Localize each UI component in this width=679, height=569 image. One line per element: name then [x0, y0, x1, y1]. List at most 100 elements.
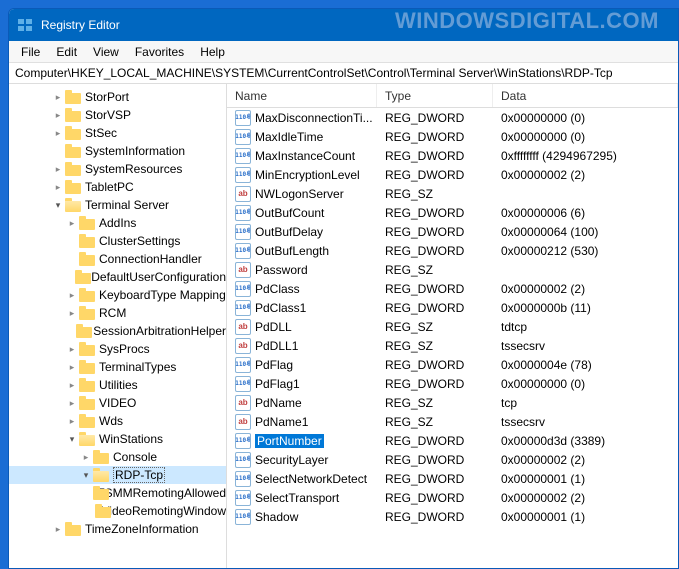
- expand-icon[interactable]: [65, 308, 79, 319]
- address-bar[interactable]: Computer\HKEY_LOCAL_MACHINE\SYSTEM\Curre…: [9, 63, 678, 84]
- tree-item[interactable]: StorVSP: [9, 106, 226, 124]
- expand-icon[interactable]: [51, 110, 65, 121]
- value-row[interactable]: SecurityLayerREG_DWORD0x00000002 (2): [227, 450, 678, 469]
- value-row[interactable]: MaxDisconnectionTi...REG_DWORD0x00000000…: [227, 108, 678, 127]
- tree-item-label: SysProcs: [99, 342, 150, 356]
- expand-icon[interactable]: [65, 434, 79, 445]
- col-header-type[interactable]: Type: [377, 84, 493, 107]
- value-row[interactable]: NWLogonServerREG_SZ: [227, 184, 678, 203]
- value-name: PdClass1: [255, 301, 306, 315]
- menubar: File Edit View Favorites Help: [9, 41, 678, 63]
- expand-icon[interactable]: [65, 416, 79, 427]
- menu-file[interactable]: File: [13, 43, 48, 61]
- tree-item[interactable]: TimeZoneInformation: [9, 520, 226, 538]
- tree-item[interactable]: TSMMRemotingAllowed: [9, 484, 226, 502]
- tree-item[interactable]: AddIns: [9, 214, 226, 232]
- expand-icon[interactable]: [51, 200, 65, 211]
- tree-item[interactable]: TabletPC: [9, 178, 226, 196]
- expand-icon[interactable]: [79, 452, 93, 463]
- string-value-icon: [235, 395, 251, 411]
- folder-icon: [65, 90, 81, 104]
- folder-icon: [79, 216, 95, 230]
- folder-icon: [75, 270, 87, 284]
- tree-item[interactable]: SysProcs: [9, 340, 226, 358]
- value-row[interactable]: PdClassREG_DWORD0x00000002 (2): [227, 279, 678, 298]
- expand-icon[interactable]: [65, 344, 79, 355]
- folder-icon: [65, 198, 81, 212]
- tree-item-label: TimeZoneInformation: [85, 522, 199, 536]
- tree-item[interactable]: Wds: [9, 412, 226, 430]
- value-type: REG_SZ: [377, 415, 493, 429]
- tree-item[interactable]: DefaultUserConfiguration: [9, 268, 226, 286]
- expand-icon[interactable]: [65, 380, 79, 391]
- value-row[interactable]: PortNumberREG_DWORD0x00000d3d (3389): [227, 431, 678, 450]
- value-row[interactable]: PdClass1REG_DWORD0x0000000b (11): [227, 298, 678, 317]
- menu-edit[interactable]: Edit: [48, 43, 85, 61]
- tree-item[interactable]: ConnectionHandler: [9, 250, 226, 268]
- value-row[interactable]: MaxIdleTimeREG_DWORD0x00000000 (0): [227, 127, 678, 146]
- tree-item[interactable]: Console: [9, 448, 226, 466]
- titlebar[interactable]: Registry Editor: [9, 9, 678, 41]
- value-row[interactable]: PasswordREG_SZ: [227, 260, 678, 279]
- expand-icon[interactable]: [51, 524, 65, 535]
- value-row[interactable]: OutBufLengthREG_DWORD0x00000212 (530): [227, 241, 678, 260]
- col-header-name[interactable]: Name: [227, 84, 377, 107]
- expand-icon[interactable]: [51, 92, 65, 103]
- tree-item[interactable]: SystemResources: [9, 160, 226, 178]
- tree-item[interactable]: RCM: [9, 304, 226, 322]
- expand-icon[interactable]: [65, 362, 79, 373]
- folder-icon: [79, 432, 95, 446]
- expand-icon[interactable]: [51, 164, 65, 175]
- list-body: MaxDisconnectionTi...REG_DWORD0x00000000…: [227, 108, 678, 526]
- value-row[interactable]: MaxInstanceCountREG_DWORD0xffffffff (429…: [227, 146, 678, 165]
- expand-icon[interactable]: [51, 128, 65, 139]
- tree-item[interactable]: TerminalTypes: [9, 358, 226, 376]
- tree-item[interactable]: RDP-Tcp: [9, 466, 226, 484]
- folder-icon: [65, 522, 81, 536]
- tree-item[interactable]: WinStations: [9, 430, 226, 448]
- value-name: OutBufDelay: [255, 225, 323, 239]
- col-header-data[interactable]: Data: [493, 84, 678, 107]
- tree-item[interactable]: StSec: [9, 124, 226, 142]
- value-row[interactable]: OutBufCountREG_DWORD0x00000006 (6): [227, 203, 678, 222]
- menu-help[interactable]: Help: [192, 43, 233, 61]
- expand-icon[interactable]: [65, 290, 79, 301]
- value-row[interactable]: PdFlag1REG_DWORD0x00000000 (0): [227, 374, 678, 393]
- tree-item[interactable]: VideoRemotingWindow: [9, 502, 226, 520]
- menu-view[interactable]: View: [85, 43, 127, 61]
- tree-item[interactable]: Utilities: [9, 376, 226, 394]
- tree-panel[interactable]: StorPortStorVSPStSecSystemInformationSys…: [9, 84, 227, 568]
- value-row[interactable]: SelectNetworkDetectREG_DWORD0x00000001 (…: [227, 469, 678, 488]
- value-row[interactable]: SelectTransportREG_DWORD0x00000002 (2): [227, 488, 678, 507]
- value-row[interactable]: ShadowREG_DWORD0x00000001 (1): [227, 507, 678, 526]
- tree-item[interactable]: ClusterSettings: [9, 232, 226, 250]
- tree-item[interactable]: VIDEO: [9, 394, 226, 412]
- expand-icon[interactable]: [51, 182, 65, 193]
- value-row[interactable]: PdDLLREG_SZtdtcp: [227, 317, 678, 336]
- tree-item[interactable]: StorPort: [9, 88, 226, 106]
- folder-icon: [79, 234, 95, 248]
- value-row[interactable]: PdFlagREG_DWORD0x0000004e (78): [227, 355, 678, 374]
- list-header[interactable]: Name Type Data: [227, 84, 678, 108]
- value-type: REG_DWORD: [377, 301, 493, 315]
- value-type: REG_DWORD: [377, 453, 493, 467]
- value-row[interactable]: PdNameREG_SZtcp: [227, 393, 678, 412]
- binary-value-icon: [235, 224, 251, 240]
- value-name: PdFlag: [255, 358, 293, 372]
- value-name: OutBufCount: [255, 206, 324, 220]
- string-value-icon: [235, 186, 251, 202]
- value-row[interactable]: PdName1REG_SZtssecsrv: [227, 412, 678, 431]
- value-row[interactable]: OutBufDelayREG_DWORD0x00000064 (100): [227, 222, 678, 241]
- tree-item[interactable]: Terminal Server: [9, 196, 226, 214]
- expand-icon[interactable]: [65, 398, 79, 409]
- tree-item[interactable]: SessionArbitrationHelper: [9, 322, 226, 340]
- value-name: SecurityLayer: [255, 453, 328, 467]
- value-row[interactable]: MinEncryptionLevelREG_DWORD0x00000002 (2…: [227, 165, 678, 184]
- expand-icon[interactable]: [65, 218, 79, 229]
- binary-value-icon: [235, 509, 251, 525]
- value-row[interactable]: PdDLL1REG_SZtssecsrv: [227, 336, 678, 355]
- tree-item[interactable]: SystemInformation: [9, 142, 226, 160]
- expand-icon[interactable]: [79, 470, 93, 481]
- tree-item[interactable]: KeyboardType Mapping: [9, 286, 226, 304]
- menu-favorites[interactable]: Favorites: [127, 43, 192, 61]
